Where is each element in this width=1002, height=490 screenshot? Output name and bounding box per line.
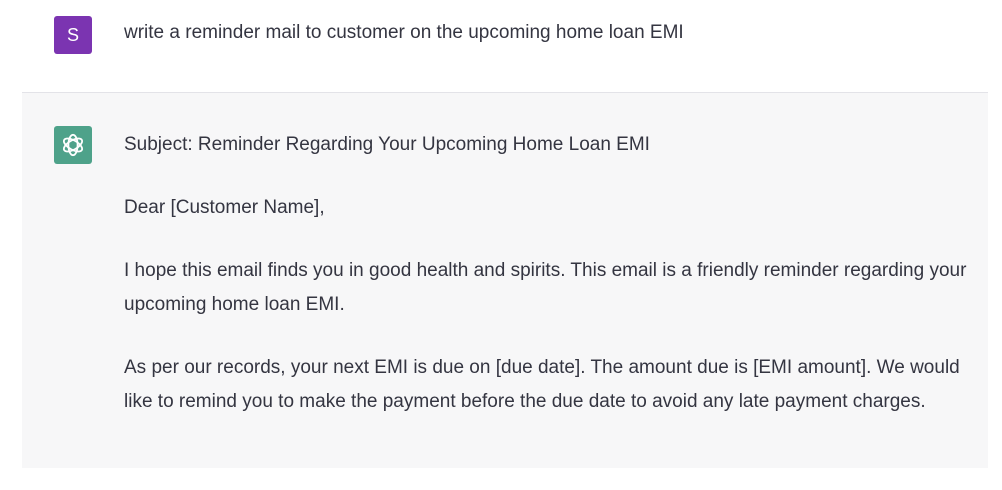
assistant-message-content: Subject: Reminder Regarding Your Upcomin…: [124, 128, 974, 448]
user-message-text: write a reminder mail to customer on the…: [124, 22, 684, 43]
openai-logo-icon: [62, 133, 84, 157]
user-message-row: S write a reminder mail to customer on t…: [0, 0, 1002, 92]
bottom-band: [0, 468, 1002, 490]
assistant-avatar: [54, 126, 92, 164]
email-greeting: Dear [Customer Name],: [124, 197, 325, 218]
email-subject: Subject: Reminder Regarding Your Upcomin…: [124, 134, 650, 155]
user-avatar: S: [54, 16, 92, 54]
assistant-message-row: Subject: Reminder Regarding Your Upcomin…: [22, 93, 988, 468]
email-paragraph-due: As per our records, your next EMI is due…: [124, 357, 960, 412]
email-paragraph-intro: I hope this email finds you in good heal…: [124, 260, 967, 315]
